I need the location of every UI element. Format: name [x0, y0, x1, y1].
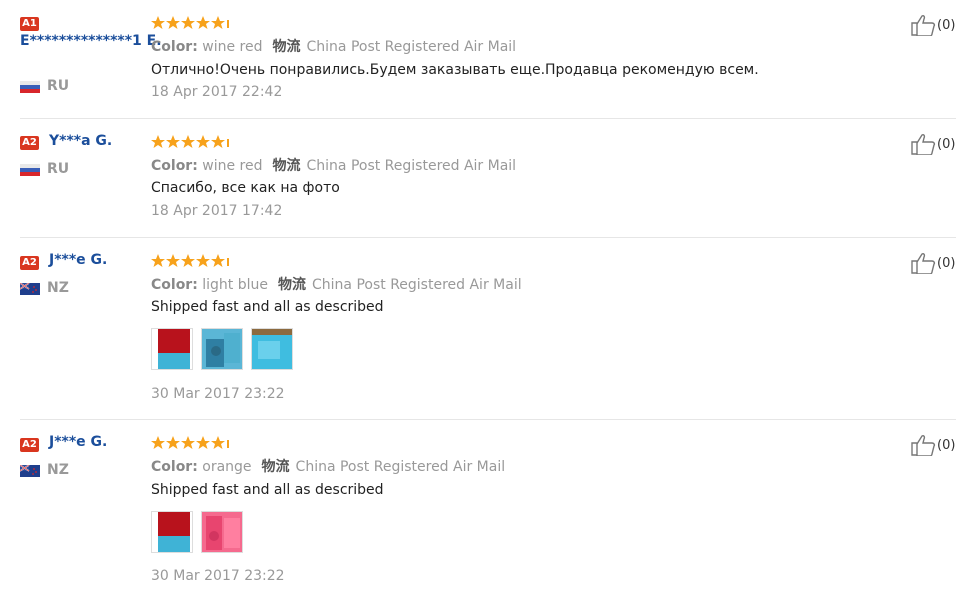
flag-ru-icon: [20, 164, 40, 176]
flag-ru-icon: [20, 81, 40, 93]
color-label: Color:: [151, 39, 198, 55]
star-rating: [151, 254, 229, 267]
helpful-count: (0): [937, 18, 956, 33]
shipping-method: China Post Registered Air Mail: [306, 39, 517, 55]
purchase-details: Color: light blue 物流 China Post Registered…: [151, 274, 522, 294]
purchase-details: Color: orange 物流 China Post Registered Air…: [151, 456, 505, 476]
helpful-count: (0): [937, 137, 956, 152]
reviewer-name[interactable]: J***e G.: [49, 434, 107, 450]
color-value: light blue: [202, 277, 269, 293]
review-text: Shipped fast and all as described: [151, 299, 384, 315]
star-rating: [151, 135, 229, 148]
helpful-count: (0): [937, 256, 956, 271]
shipping-method: China Post Registered Air Mail: [306, 158, 517, 174]
star-rating: [151, 16, 229, 29]
color-value: wine red: [202, 39, 263, 55]
reviewer-country: RU: [47, 78, 70, 94]
review-date: 30 Mar 2017 23:22: [151, 568, 285, 584]
color-value: wine red: [202, 158, 263, 174]
flag-nz-icon: [20, 465, 40, 477]
color-label: Color:: [151, 459, 198, 475]
review-text: Shipped fast and all as described: [151, 482, 384, 498]
reviewer-name[interactable]: E**************1 E.: [20, 33, 170, 50]
color-value: orange: [202, 459, 252, 475]
buyer-level-badge: A2: [20, 438, 39, 452]
thumbs-up-icon[interactable]: [911, 252, 937, 274]
star-rating: [151, 436, 229, 449]
reviewer-name[interactable]: Y***a G.: [49, 133, 112, 149]
shipping-method: China Post Registered Air Mail: [312, 277, 522, 293]
shipping-label: 物流: [272, 158, 301, 174]
reviewer-name[interactable]: J***e G.: [49, 252, 107, 268]
review-photo[interactable]: [251, 328, 293, 370]
helpful-count: (0): [937, 438, 956, 453]
color-label: Color:: [151, 277, 198, 293]
review-photo[interactable]: [151, 328, 193, 370]
review-divider: [20, 237, 956, 238]
review-date: 30 Mar 2017 23:22: [151, 386, 285, 402]
review-photo[interactable]: [201, 511, 243, 553]
review-divider: [20, 419, 956, 420]
purchase-details: Color: wine red 物流 China Post Registered A…: [151, 155, 516, 175]
flag-nz-icon: [20, 283, 40, 295]
review-photo[interactable]: [201, 328, 243, 370]
shipping-label: 物流: [261, 459, 290, 475]
review-text: Спасибо, все как на фото: [151, 180, 340, 196]
thumbs-up-icon[interactable]: [911, 14, 937, 36]
purchase-details: Color: wine red 物流 China Post Registered A…: [151, 36, 516, 56]
thumbs-up-icon[interactable]: [911, 133, 937, 155]
buyer-level-badge: A2: [20, 136, 39, 150]
review-divider: [20, 118, 956, 119]
reviewer-country: NZ: [47, 280, 69, 296]
review-photo[interactable]: [151, 511, 193, 553]
shipping-label: 物流: [278, 277, 307, 293]
review-date: 18 Apr 2017 22:42: [151, 84, 283, 100]
buyer-level-badge: A1: [20, 17, 39, 31]
review-date: 18 Apr 2017 17:42: [151, 203, 283, 219]
reviewer-country: NZ: [47, 462, 69, 478]
reviewer-country: RU: [47, 161, 70, 177]
shipping-method: China Post Registered Air Mail: [295, 459, 506, 475]
review-text: Отлично!Очень понравились.Будем заказыва…: [151, 62, 759, 78]
buyer-level-badge: A2: [20, 256, 39, 270]
thumbs-up-icon[interactable]: [911, 434, 937, 456]
shipping-label: 物流: [272, 39, 301, 55]
color-label: Color:: [151, 158, 198, 174]
